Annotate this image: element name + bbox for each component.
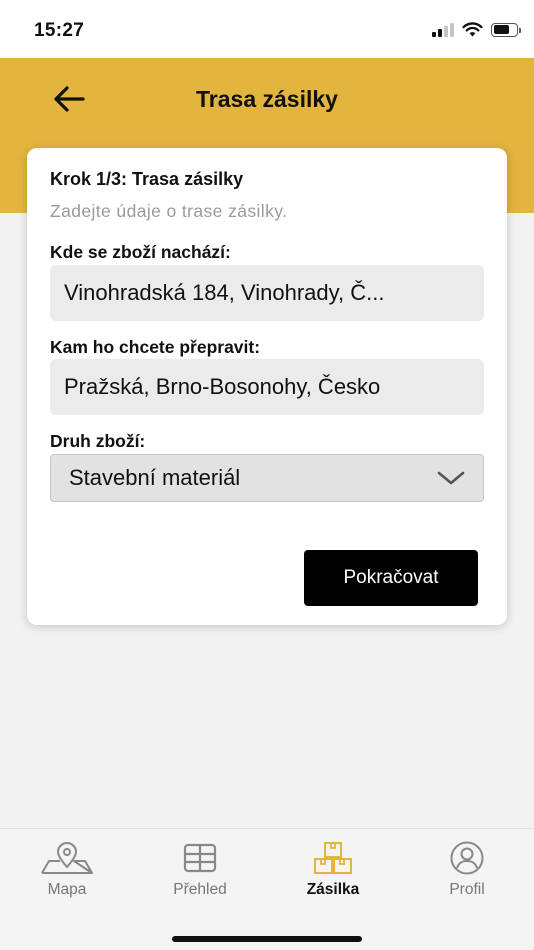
page-title: Trasa zásilky [196, 86, 338, 112]
status-icons [432, 22, 521, 37]
battery-icon [491, 22, 521, 37]
origin-value: Vinohradská 184, Vinohrady, Č... [64, 280, 385, 305]
home-indicator [172, 936, 362, 942]
map-icon [41, 842, 93, 874]
wifi-icon [462, 22, 483, 37]
route-form-card: Krok 1/3: Trasa zásilky Zadejte údaje o … [27, 148, 507, 625]
step-title: Krok 1/3: Trasa zásilky [50, 169, 244, 189]
tab-profile-label: Profil [449, 881, 485, 898]
continue-button[interactable]: Pokračovat [304, 550, 478, 606]
origin-input[interactable]: Vinohradská 184, Vinohrady, Č... [50, 265, 484, 321]
boxes-icon [314, 842, 352, 874]
profile-icon [450, 841, 484, 875]
tab-map-label: Mapa [47, 881, 87, 898]
tab-overview[interactable]: Přehled [145, 841, 255, 903]
status-bar: 15:27 [0, 0, 534, 58]
step-subtitle: Zadejte údaje o trase zásilky. [50, 201, 288, 221]
cellular-signal-icon [432, 22, 454, 37]
origin-label: Kde se zboží nachází: [50, 242, 231, 262]
chevron-down-icon [437, 471, 465, 485]
tab-overview-label: Přehled [173, 881, 227, 898]
tab-map[interactable]: Mapa [12, 841, 122, 903]
destination-input[interactable]: Pražská, Brno-Bosonohy, Česko [50, 359, 484, 415]
destination-label: Kam ho chcete přepravit: [50, 337, 261, 357]
grid-icon [183, 843, 217, 873]
destination-value: Pražská, Brno-Bosonohy, Česko [64, 374, 381, 399]
goods-type-value: Stavební materiál [69, 465, 241, 490]
tab-profile[interactable]: Profil [412, 841, 522, 903]
tab-bar: Mapa Přehled Zásilka Profil [0, 828, 534, 950]
tab-shipment-label: Zásilka [306, 881, 360, 898]
goods-type-select[interactable]: Stavební materiál [50, 454, 484, 502]
status-time: 15:27 [34, 20, 85, 41]
tab-shipment[interactable]: Zásilka [278, 841, 388, 903]
goods-type-label: Druh zboží: [50, 431, 146, 451]
